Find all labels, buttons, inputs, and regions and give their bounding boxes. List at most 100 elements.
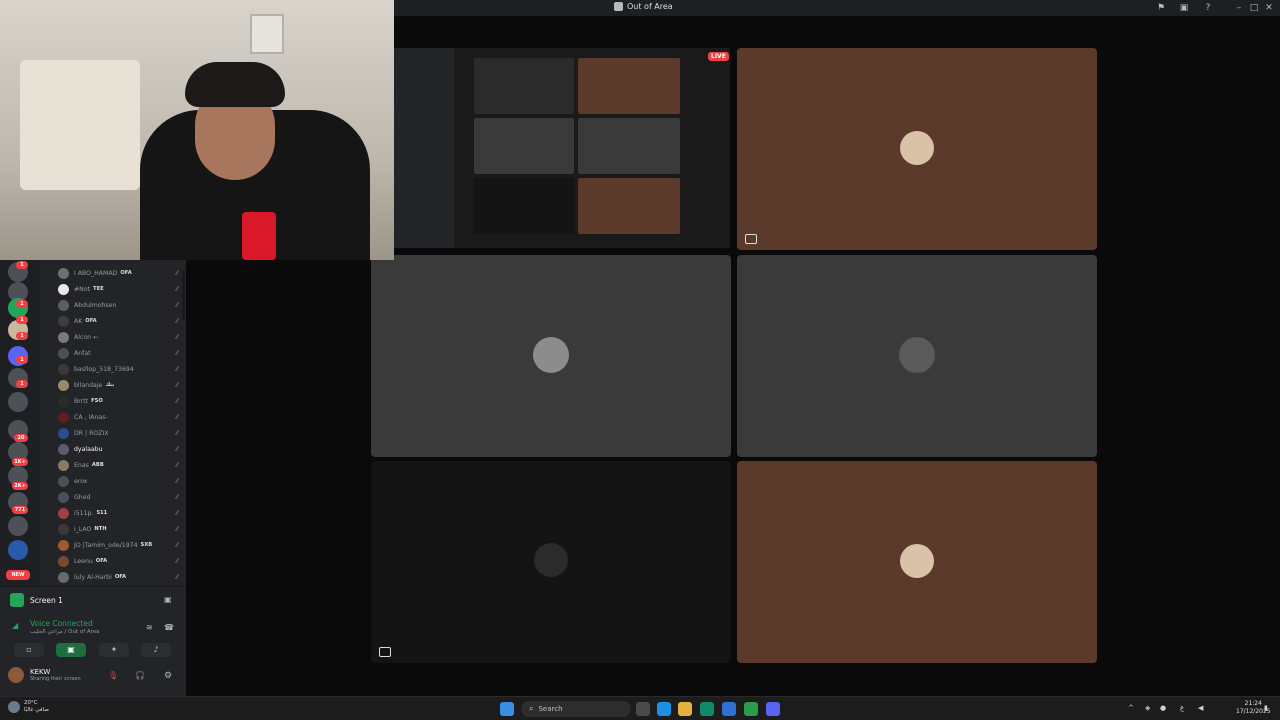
voice-member[interactable]: Alcon ← ⁄⁄: [58, 330, 182, 344]
chrome-icon[interactable]: [744, 702, 758, 716]
member-name: CA , lAnas-: [74, 413, 108, 421]
deafened-icon: ⁄⁄: [175, 349, 178, 357]
tray-overflow-icon[interactable]: ^: [1128, 704, 1134, 712]
deafened-icon: ⁄⁄: [175, 429, 178, 437]
voice-member[interactable]: i_LAO NTH ⁄⁄: [58, 522, 182, 536]
deafened-icon: ⁄⁄: [175, 573, 178, 581]
screen-share-button[interactable]: ▣: [56, 643, 86, 657]
discord-icon[interactable]: [766, 702, 780, 716]
voice-member[interactable]: #Not TEE ⁄⁄: [58, 282, 182, 296]
hangup-icon[interactable]: ☎: [164, 623, 174, 632]
server-icon[interactable]: [8, 392, 28, 412]
server-tag: NTH: [94, 526, 107, 532]
server-icon[interactable]: [8, 540, 28, 560]
voice-member[interactable]: Brrtt FSO ⁄⁄: [58, 394, 182, 408]
network-icon[interactable]: ◈: [1145, 704, 1150, 712]
shared-mini-tile: [578, 58, 680, 114]
mic-icon[interactable]: ●: [1160, 704, 1166, 712]
close-button[interactable]: ✕: [1264, 3, 1274, 13]
maximize-button[interactable]: □: [1249, 3, 1259, 13]
windows-start-icon[interactable]: [500, 702, 514, 716]
deafened-icon: ⁄⁄: [175, 493, 178, 501]
member-name: Leenu: [74, 557, 93, 565]
member-list-scrollbar[interactable]: [182, 270, 185, 320]
noise-suppression-icon[interactable]: ≋: [146, 623, 153, 632]
voice-member[interactable]: basllop_518_73694 ⁄⁄: [58, 362, 182, 376]
voice-member[interactable]: dyalaabu ⁄⁄: [58, 442, 182, 456]
minimize-button[interactable]: –: [1234, 3, 1244, 13]
notification-badge: 1: [16, 332, 28, 340]
notification-badge: 20: [14, 434, 28, 442]
avatar: [534, 543, 568, 577]
voice-member[interactable]: Anfat ⁄⁄: [58, 346, 182, 360]
person-hair: [185, 62, 285, 107]
voice-member[interactable]: CA , lAnas- ⁄⁄: [58, 410, 182, 424]
window-title: Out of Area: [614, 2, 673, 11]
taskbar-search[interactable]: ⌕ Search: [521, 701, 631, 717]
screen-share-tile[interactable]: [394, 48, 730, 248]
shared-mini-tile: [474, 118, 574, 174]
voice-member[interactable]: bllandaje بنك ⁄⁄: [58, 378, 182, 392]
volume-icon[interactable]: ◀: [1198, 704, 1203, 712]
voice-channel-label[interactable]: مراعي الحليب / Out of Area: [30, 629, 100, 635]
language-icon[interactable]: ع: [1180, 704, 1184, 712]
deafen-icon[interactable]: 🎧: [135, 671, 145, 680]
avatar: [58, 523, 69, 535]
avatar: [58, 267, 69, 279]
soundboard-button[interactable]: ♪: [141, 643, 171, 657]
weather-desc: صافي غالبًا: [24, 707, 49, 713]
popout-icon[interactable]: ▣: [164, 595, 172, 604]
speaker-icon: [614, 2, 623, 11]
deafened-icon: ⁄⁄: [175, 413, 178, 421]
mute-icon[interactable]: 🎙: [108, 671, 118, 680]
voice-member[interactable]: Leenu OFA ⁄⁄: [58, 554, 182, 568]
copilot-icon[interactable]: [657, 702, 671, 716]
task-view-icon[interactable]: [636, 702, 650, 716]
voice-panel: Screen 1 ▣ ◢ Voice Connected مراعي الحلي…: [0, 586, 186, 696]
participant-tile[interactable]: [737, 461, 1097, 663]
member-name: bllandaje: [74, 381, 103, 389]
notification-badge: 1: [16, 300, 28, 308]
voice-connected-label[interactable]: Voice Connected: [30, 619, 93, 628]
activities-button[interactable]: ✦: [99, 643, 129, 657]
avatar: [58, 459, 69, 471]
voice-member[interactable]: DR | ROZIX ⁄⁄: [58, 426, 182, 440]
user-area[interactable]: KEKW Sharing their screen: [8, 667, 81, 683]
file-explorer-icon[interactable]: [678, 702, 692, 716]
shared-sidebar: [394, 48, 454, 248]
voice-member[interactable]: erox ⁄⁄: [58, 474, 182, 488]
user-status: Sharing their screen: [30, 676, 81, 682]
notification-icon[interactable]: ▮: [1264, 704, 1268, 712]
avatar: [58, 331, 69, 343]
pin-icon[interactable]: ⚑: [1156, 3, 1166, 13]
member-name: i_LAO: [74, 525, 92, 533]
participant-tile[interactable]: [737, 48, 1097, 250]
voice-member[interactable]: i511p. 511 ⁄⁄: [58, 506, 182, 520]
voice-member[interactable]: luly Al-Harbi OFA ⁄⁄: [58, 570, 182, 584]
participant-tile[interactable]: [371, 461, 731, 663]
avatar: [900, 131, 934, 165]
user-name: KEKW: [30, 668, 51, 676]
popout-icon[interactable]: ▣: [1179, 3, 1189, 13]
weather-widget[interactable]: 20°C صافي غالبًا: [8, 700, 49, 714]
voice-member[interactable]: JO |Tamim_ode/1974 SXB ⁄⁄: [58, 538, 182, 552]
voice-member[interactable]: Abdulmohsen ⁄⁄: [58, 298, 182, 312]
voice-member[interactable]: AK OFA ⁄⁄: [58, 314, 182, 328]
screen-share-status[interactable]: Screen 1: [10, 593, 63, 607]
camera-button[interactable]: ▫: [14, 643, 44, 657]
participant-tile[interactable]: [737, 255, 1097, 457]
avatar: [58, 475, 69, 487]
edge-icon[interactable]: [700, 702, 714, 716]
voice-member[interactable]: Ghed ⁄⁄: [58, 490, 182, 504]
deafened-icon: ⁄⁄: [175, 365, 178, 373]
help-icon[interactable]: ?: [1203, 3, 1213, 13]
app-icon[interactable]: [722, 702, 736, 716]
voice-member[interactable]: I ABO_HAMAD OFA ⁄⁄: [58, 266, 182, 280]
avatar: [58, 507, 69, 519]
settings-icon[interactable]: ⚙: [164, 671, 172, 681]
server-icon[interactable]: [8, 516, 28, 536]
participant-tile[interactable]: [371, 255, 731, 457]
screen-share-icon: [379, 647, 391, 657]
member-name: DR | ROZIX: [74, 429, 109, 437]
voice-member[interactable]: Enas ABB ⁄⁄: [58, 458, 182, 472]
